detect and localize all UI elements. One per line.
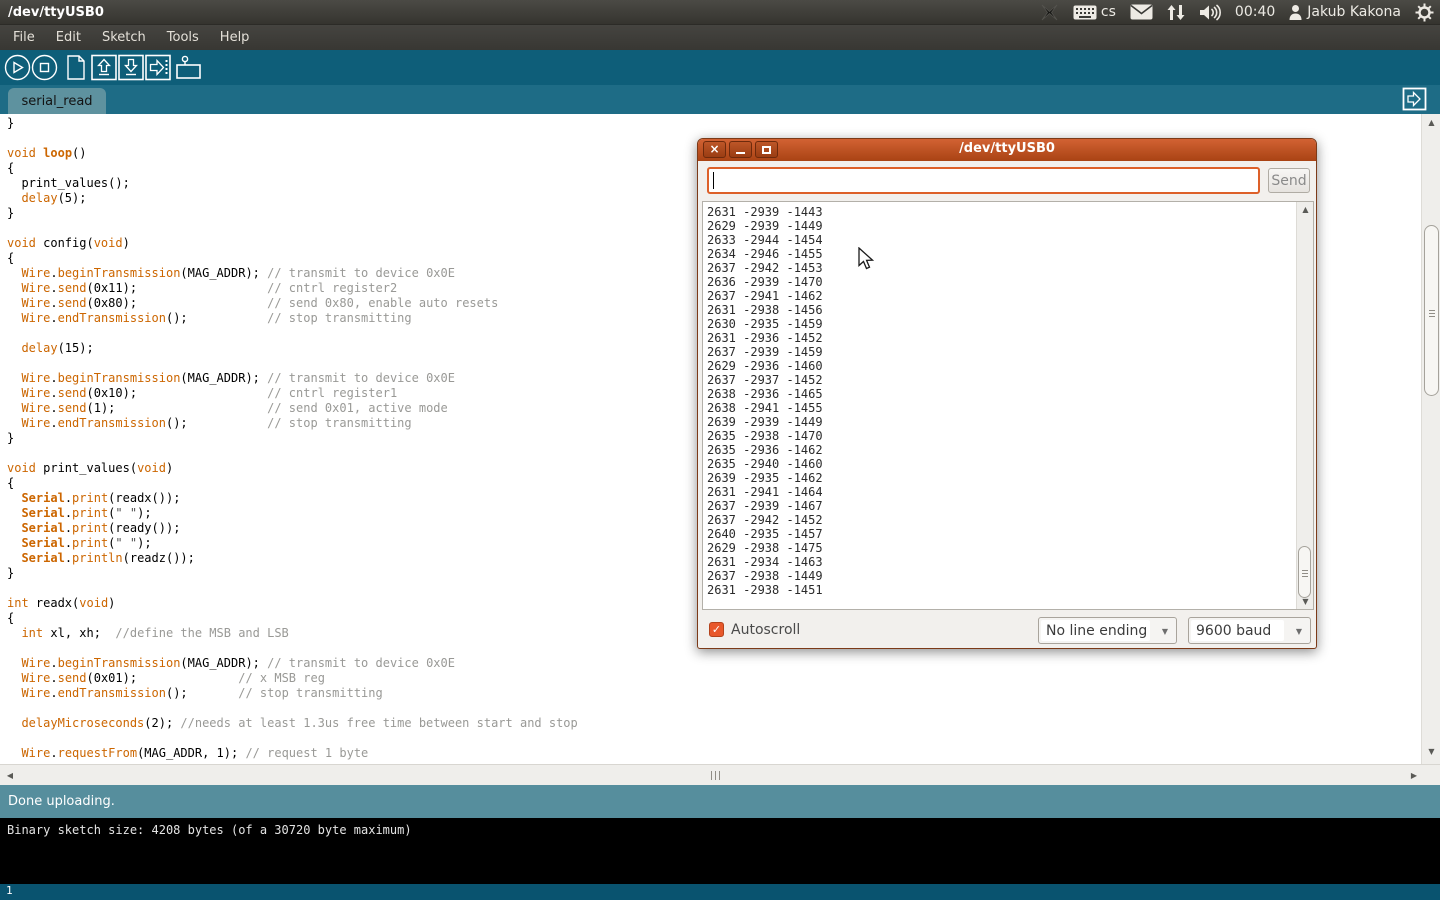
status-bar: Done uploading.: [0, 785, 1440, 818]
user-name: Jakub Kakona: [1307, 4, 1401, 20]
stop-button[interactable]: [31, 54, 58, 81]
menu-item-edit[interactable]: Edit: [56, 30, 81, 45]
serial-window-titlebar[interactable]: × /dev/ttyUSB0: [698, 139, 1316, 161]
editor-hscrollbar[interactable]: ◀ ▶: [0, 764, 1440, 785]
send-button[interactable]: Send: [1268, 168, 1310, 193]
build-console: Binary sketch size: 4208 bytes (of a 307…: [0, 818, 1440, 884]
baud-select[interactable]: 9600 baud ▼: [1188, 617, 1311, 644]
mail-icon[interactable]: [1130, 4, 1153, 20]
scroll-down-icon[interactable]: ▼: [1422, 747, 1440, 756]
line-ending-select[interactable]: No line ending ▼: [1038, 617, 1177, 644]
menu-item-tools[interactable]: Tools: [167, 30, 199, 45]
session-gear-icon[interactable]: [1415, 3, 1434, 22]
tray-app-icon[interactable]: [1040, 4, 1059, 21]
line-number: 1: [6, 884, 13, 897]
tab-menu-icon[interactable]: [1402, 87, 1427, 111]
baud-value: 9600 baud: [1191, 620, 1284, 641]
tab-label: serial_read: [21, 94, 92, 109]
user-icon: [1289, 5, 1302, 20]
console-text: Binary sketch size: 4208 bytes (of a 307…: [7, 823, 412, 837]
new-sketch-button[interactable]: [63, 54, 89, 81]
text-caret: [713, 172, 714, 189]
volume-icon[interactable]: [1199, 4, 1221, 21]
serial-monitor-button[interactable]: [175, 54, 203, 81]
menu-item-sketch[interactable]: Sketch: [102, 30, 146, 45]
serial-output-text: 2631 -2939 -1443 2629 -2939 -1449 2633 -…: [707, 205, 823, 597]
desktop: /dev/ttyUSB0 cs: [0, 0, 1440, 900]
serial-output[interactable]: 2631 -2939 -1443 2629 -2939 -1449 2633 -…: [702, 201, 1314, 610]
scroll-left-icon[interactable]: ◀: [4, 771, 16, 780]
dropdown-arrow-icon: ▼: [1162, 627, 1168, 636]
dropdown-arrow-icon: ▼: [1296, 627, 1302, 636]
upload-button[interactable]: [145, 54, 171, 81]
verify-button[interactable]: [4, 54, 31, 81]
editor-vscroll-thumb[interactable]: [1424, 225, 1439, 396]
editor-hscroll-thumb[interactable]: [711, 771, 723, 780]
scroll-up-icon[interactable]: ▲: [1422, 118, 1440, 127]
save-sketch-button[interactable]: [118, 54, 144, 81]
network-arrows-icon[interactable]: [1167, 4, 1185, 21]
keyboard-layout-code: cs: [1101, 4, 1116, 20]
code-area: } void loop(){ print_values(); delay(5);…: [7, 116, 578, 761]
serial-scroll-thumb[interactable]: [1298, 546, 1311, 598]
clock[interactable]: 00:40: [1235, 4, 1275, 20]
system-tray: cs 00:40 Jakub Kak: [1040, 0, 1434, 24]
serial-output-scrollbar[interactable]: ▲ ▼: [1296, 202, 1313, 609]
menu-item-help[interactable]: Help: [220, 30, 250, 45]
mouse-cursor: [858, 247, 874, 271]
scroll-down-icon[interactable]: ▼: [1297, 597, 1314, 606]
tab-serial-read[interactable]: serial_read: [8, 88, 106, 114]
scroll-right-icon[interactable]: ▶: [1408, 771, 1420, 780]
status-message: Done uploading.: [8, 794, 115, 809]
line-number-strip: 1: [0, 884, 1440, 900]
menubar: File Edit Sketch Tools Help: [0, 24, 1440, 50]
autoscroll-checkbox[interactable]: ✓: [709, 622, 724, 637]
user-menu[interactable]: Jakub Kakona: [1289, 4, 1401, 20]
autoscroll-label: Autoscroll: [731, 622, 800, 638]
serial-input[interactable]: [707, 167, 1260, 194]
tabbar: serial_read: [0, 85, 1440, 114]
check-icon: ✓: [712, 623, 721, 636]
top-panel: /dev/ttyUSB0 cs: [0, 0, 1440, 24]
keyboard-indicator[interactable]: cs: [1073, 4, 1116, 20]
scroll-up-icon[interactable]: ▲: [1297, 205, 1314, 214]
menu-item-file[interactable]: File: [13, 30, 35, 45]
keyboard-icon: [1073, 5, 1097, 20]
line-ending-value: No line ending: [1041, 620, 1150, 641]
panel-window-title: /dev/ttyUSB0: [8, 5, 104, 20]
toolbar: [0, 50, 1440, 85]
editor-vscrollbar[interactable]: ▲ ▼: [1421, 114, 1440, 764]
serial-monitor-window: × /dev/ttyUSB0 Send 2631 -2939 -1443 262…: [697, 138, 1317, 649]
open-sketch-button[interactable]: [91, 54, 117, 81]
serial-window-title: /dev/ttyUSB0: [698, 141, 1316, 156]
